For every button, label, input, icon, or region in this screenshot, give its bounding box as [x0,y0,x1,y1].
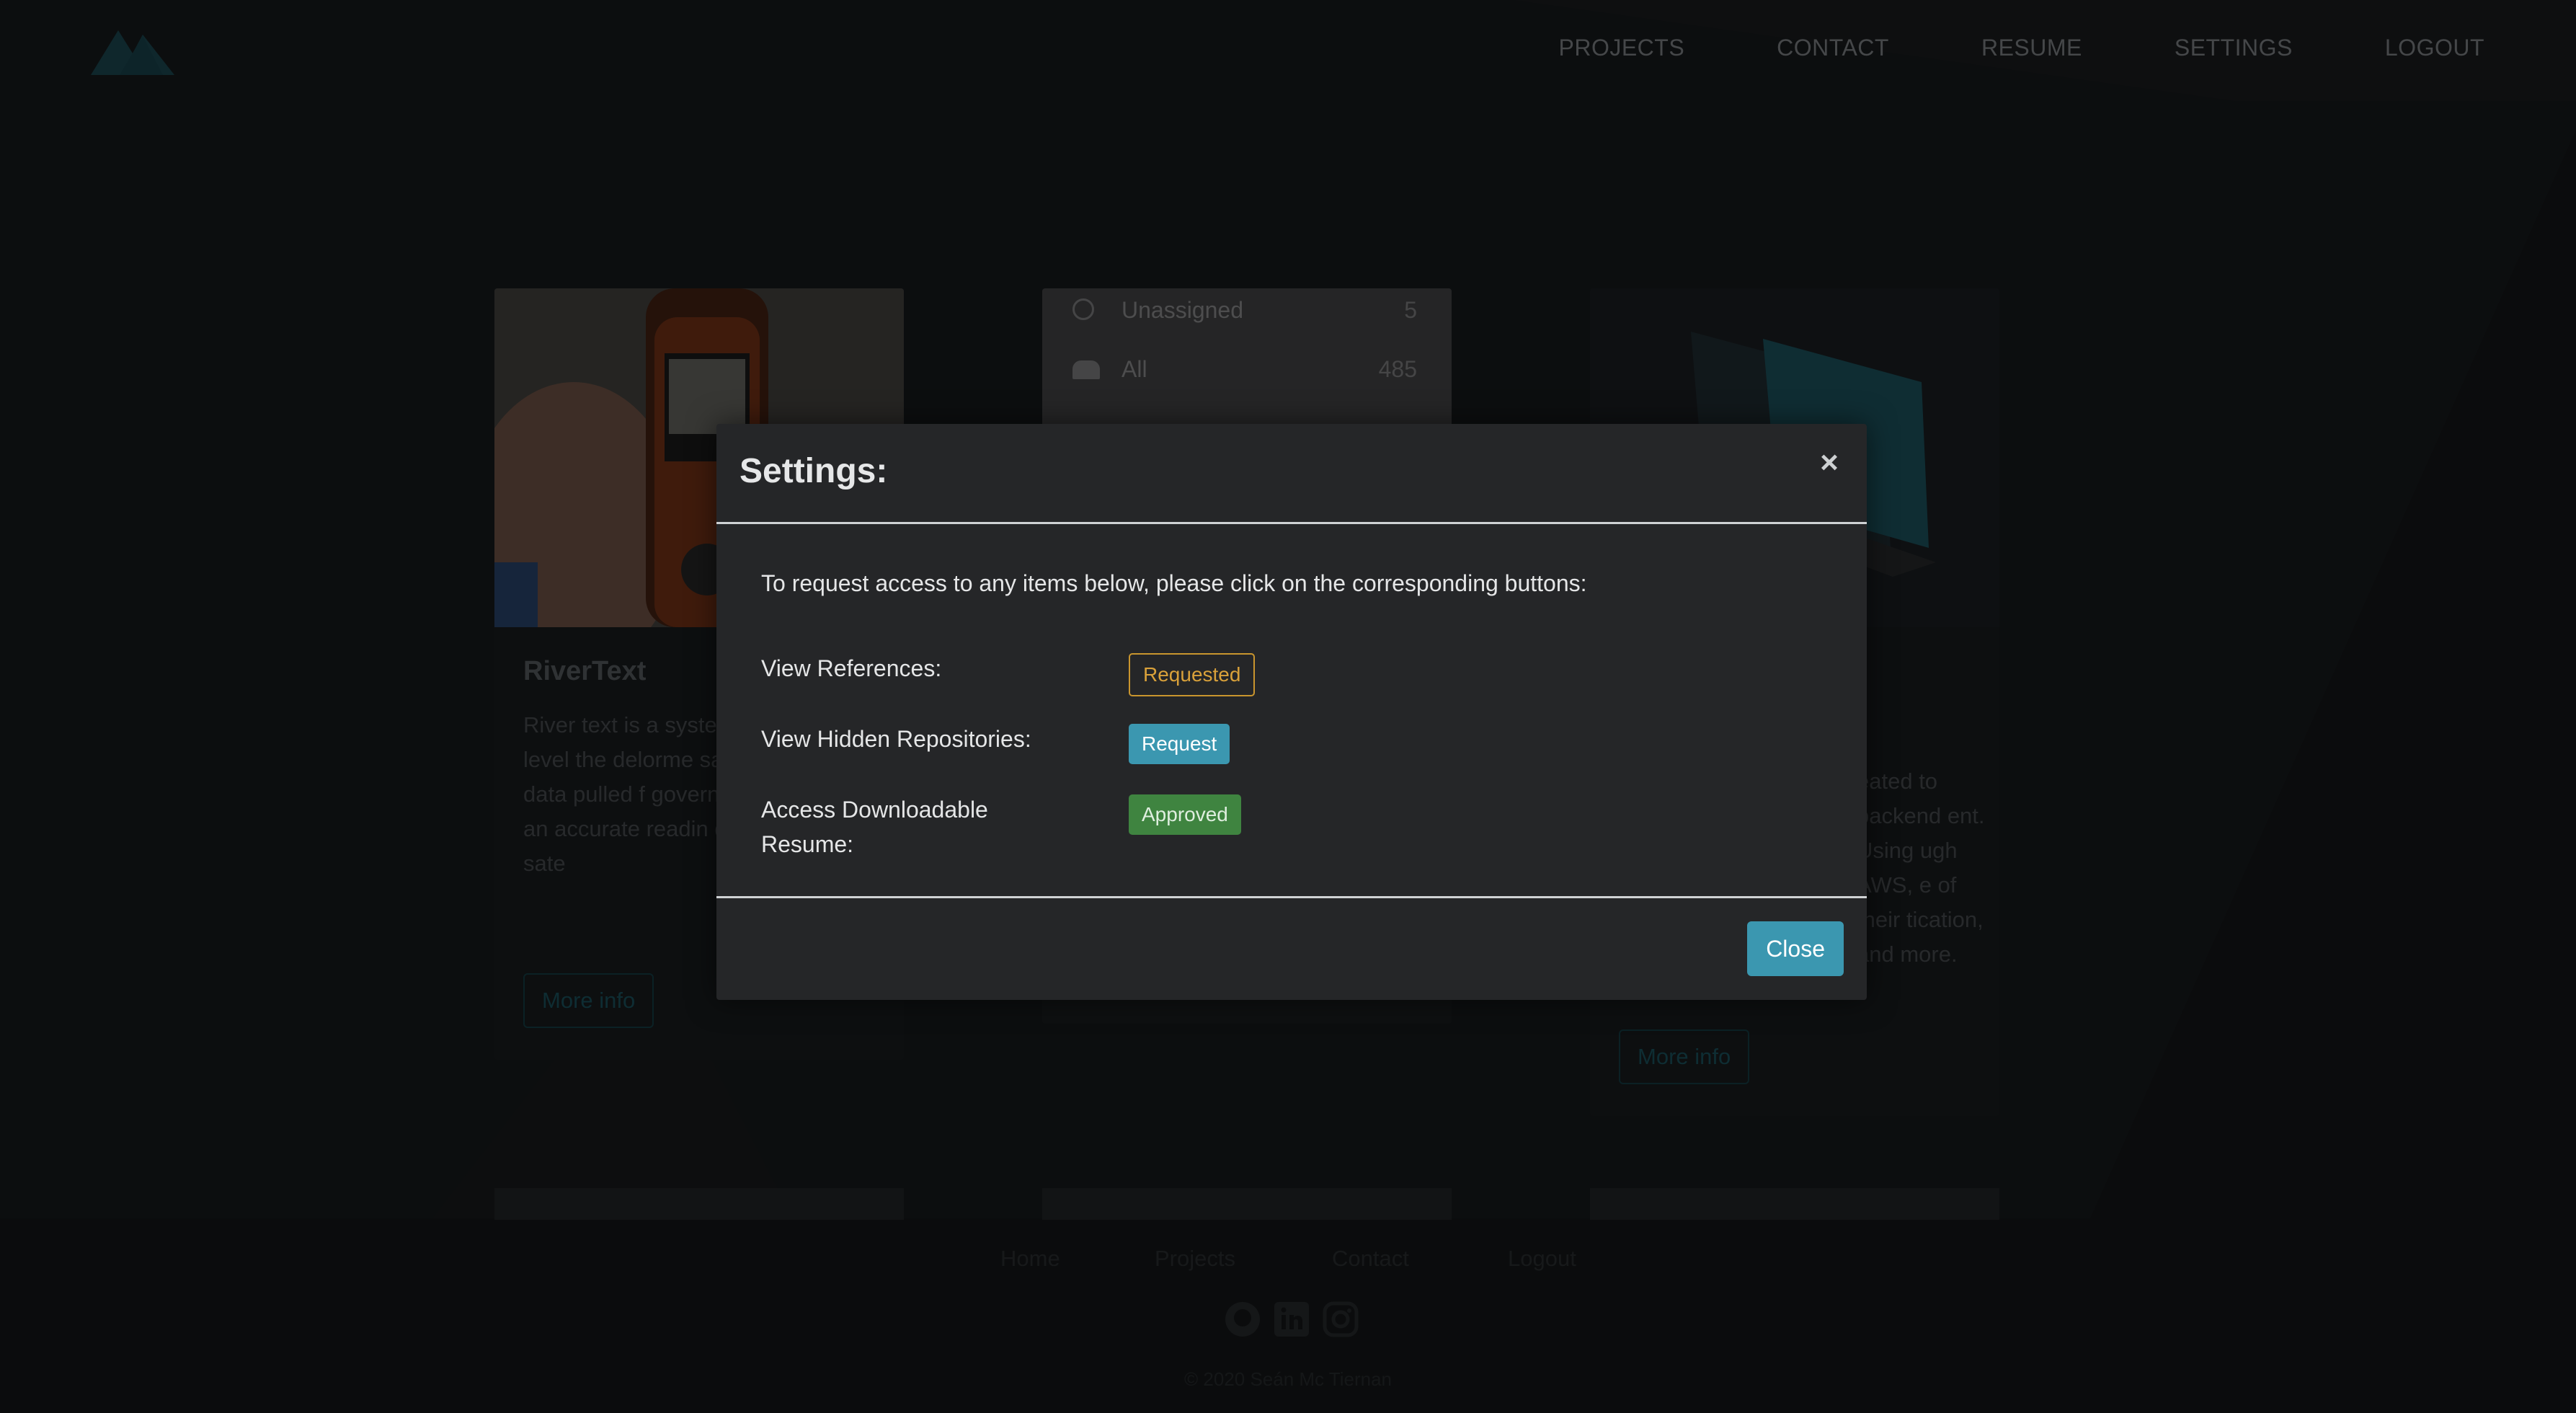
view-hidden-repositories-label: View Hidden Repositories: [761,726,1031,752]
modal-footer: Close [716,896,1867,1002]
view-hidden-repositories-request-button[interactable]: Request [1129,724,1230,764]
view-references-label: View References: [761,655,942,681]
view-references-requested-button[interactable]: Requested [1129,653,1256,696]
modal-intro-text: To request access to any items below, pl… [761,570,1587,596]
access-downloadable-resume-label: Access Downloadable Resume: [761,797,988,857]
access-downloadable-resume-approved-button[interactable]: Approved [1129,794,1241,835]
settings-modal: Settings: × To request access to any ite… [716,424,1867,1000]
modal-title: Settings: [740,452,888,490]
modal-body: To request access to any items below, pl… [716,524,1867,918]
close-button[interactable]: Close [1747,921,1844,976]
close-icon[interactable]: × [1815,447,1844,479]
modal-header: Settings: × [716,424,1867,524]
